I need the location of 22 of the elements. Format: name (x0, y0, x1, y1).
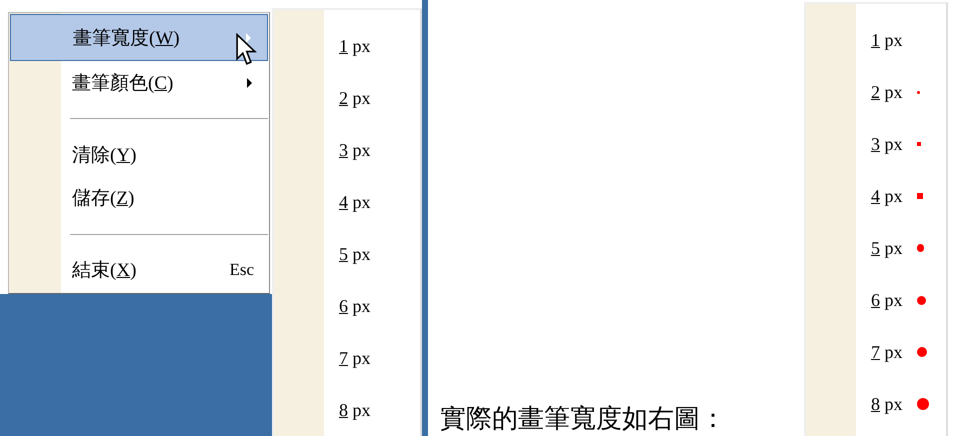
menu-item[interactable]: 儲存(Z) (10, 176, 268, 220)
menu-item[interactable]: 4 px (277, 176, 420, 228)
menu-item[interactable]: 5 px (809, 222, 946, 274)
menu-item[interactable]: 4 px (809, 170, 946, 222)
menu-item[interactable]: 2 px (277, 72, 420, 124)
shortcut-label: Esc (229, 260, 254, 280)
menu-item[interactable]: 3 px (809, 118, 946, 170)
menu-item[interactable]: 1 px (277, 20, 420, 72)
menu-item[interactable]: 結束(X) Esc (10, 248, 268, 292)
menu-item[interactable]: 6 px (277, 280, 420, 332)
menu-item[interactable]: 清除(Y) (10, 133, 268, 176)
menu-item[interactable]: 2 px (809, 66, 946, 118)
menu-item[interactable]: 7 px (277, 332, 420, 384)
menu-item[interactable]: 7 px (809, 326, 946, 378)
menu-item[interactable]: 畫筆顏色(C) (10, 61, 268, 104)
caption-text: 實際的畫筆寬度如右圖： (440, 404, 727, 434)
menu-item[interactable]: 8 px (809, 378, 946, 430)
menu-item[interactable]: 5 px (277, 228, 420, 280)
menu-item[interactable]: 8 px (277, 384, 420, 436)
menu-item[interactable]: 1 px (809, 14, 946, 66)
menu-item[interactable]: 3 px (277, 124, 420, 176)
menu-item[interactable]: 6 px (809, 274, 946, 326)
